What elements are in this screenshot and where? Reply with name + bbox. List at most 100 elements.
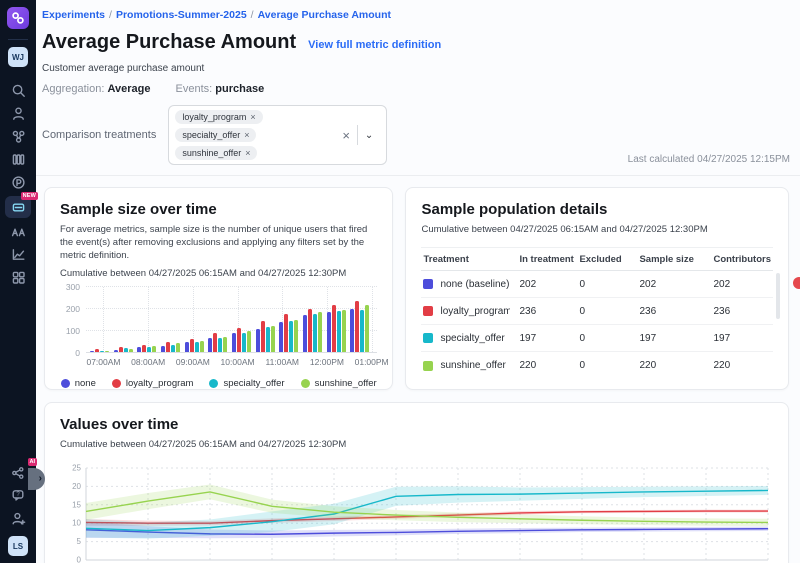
bar-specialty_offer bbox=[242, 333, 246, 353]
table-row[interactable]: specialty_offer 197 0 197 197 bbox=[421, 325, 773, 352]
sample-size-cumulative: Cumulative between 04/27/2025 06:15AM an… bbox=[60, 268, 377, 279]
bar-specialty_offer bbox=[171, 345, 175, 353]
bar-none bbox=[303, 315, 307, 353]
chip-loyalty-program[interactable]: loyalty_program× bbox=[175, 110, 262, 124]
ab-distribution-icon[interactable] bbox=[5, 220, 31, 243]
bar-y-axis: 0100200300 bbox=[60, 287, 86, 353]
chip-specialty-offer[interactable]: specialty_offer× bbox=[175, 128, 256, 142]
chevron-down-icon[interactable]: ⌄ bbox=[358, 130, 380, 141]
clear-all-icon[interactable]: × bbox=[335, 128, 357, 143]
bar-none bbox=[279, 322, 283, 352]
bar-loyalty_program bbox=[119, 347, 123, 352]
bar-cluster[interactable] bbox=[114, 287, 133, 352]
legend-none[interactable]: none bbox=[61, 378, 96, 389]
values-over-time-card: Values over time Cumulative between 04/2… bbox=[44, 402, 789, 563]
bar-x-tick: 10:00AM bbox=[221, 357, 255, 367]
chip-sunshine-offer[interactable]: sunshine_offer× bbox=[175, 146, 257, 160]
population-cumulative: Cumulative between 04/27/2025 06:15AM an… bbox=[421, 224, 773, 235]
user-avatar[interactable]: LS bbox=[8, 536, 28, 556]
search-icon[interactable] bbox=[5, 79, 31, 102]
table-row[interactable]: sunshine_offer 220 0 220 220 bbox=[421, 352, 773, 379]
bar-loyalty_program bbox=[237, 328, 241, 353]
users-icon[interactable] bbox=[5, 102, 31, 125]
bar-specialty_offer bbox=[100, 351, 104, 353]
remove-chip-icon[interactable]: × bbox=[245, 148, 250, 158]
bar-cluster[interactable] bbox=[208, 287, 227, 352]
bar-none bbox=[185, 342, 189, 353]
bar-cluster[interactable] bbox=[90, 287, 109, 352]
page-title: Average Purchase Amount bbox=[42, 31, 296, 54]
bar-cluster[interactable] bbox=[232, 287, 251, 352]
bar-none bbox=[114, 350, 118, 353]
app-logo-icon[interactable] bbox=[7, 7, 29, 29]
bar-cluster[interactable] bbox=[137, 287, 156, 352]
invite-user-icon[interactable] bbox=[5, 507, 31, 530]
pulse-icon[interactable] bbox=[5, 171, 31, 194]
bar-cluster[interactable] bbox=[161, 287, 180, 352]
legend-loyalty-program[interactable]: loyalty_program bbox=[112, 378, 194, 389]
values-line-chart[interactable]: 051015202507:00AM07:30AM08:00AM08:30AM09… bbox=[60, 460, 776, 563]
table-scrollbar[interactable] bbox=[776, 273, 780, 319]
bar-x-tick: 09:00AM bbox=[176, 357, 210, 367]
bar-cluster[interactable] bbox=[350, 287, 369, 352]
bar-cluster[interactable] bbox=[303, 287, 322, 352]
bar-x-tick: 12:00PM bbox=[310, 357, 344, 367]
bar-loyalty_program bbox=[213, 333, 217, 352]
bar-loyalty_program bbox=[332, 305, 336, 353]
bar-sunshine_offer bbox=[105, 351, 109, 353]
values-cumulative: Cumulative between 04/27/2025 06:15AM an… bbox=[60, 439, 773, 450]
bar-sunshine_offer bbox=[365, 305, 369, 353]
bar-specialty_offer bbox=[195, 342, 199, 352]
sample-size-bar-chart[interactable]: 0100200300 07:00AM08:00AM09:00AM10:00AM1… bbox=[60, 287, 377, 370]
bar-specialty_offer bbox=[147, 347, 151, 353]
comparison-treatments-label: Comparison treatments bbox=[42, 129, 156, 141]
remove-chip-icon[interactable]: × bbox=[250, 112, 255, 122]
treatments-select[interactable]: loyalty_program× specialty_offer× sunshi… bbox=[168, 105, 387, 165]
metrics-chart-icon[interactable] bbox=[5, 243, 31, 266]
chevron-right-icon: › bbox=[39, 474, 42, 484]
bar-sunshine_offer bbox=[129, 349, 133, 352]
view-metric-definition-link[interactable]: View full metric definition bbox=[308, 39, 441, 51]
page-header: Experiments/Promotions-Summer-2025/Avera… bbox=[36, 0, 800, 175]
bar-cluster[interactable] bbox=[185, 287, 204, 352]
population-card: Sample population details Cumulative bet… bbox=[405, 187, 789, 390]
bar-cluster[interactable] bbox=[279, 287, 298, 352]
metric-subtitle: Customer average purchase amount bbox=[42, 63, 788, 74]
bar-specialty_offer bbox=[266, 327, 270, 353]
sample-size-bar-groups bbox=[86, 287, 377, 352]
remove-chip-icon[interactable]: × bbox=[244, 130, 249, 140]
sidebar-divider bbox=[8, 39, 28, 40]
table-row[interactable]: none (baseline) 202 0 202 202 bbox=[421, 271, 773, 298]
ai-badge: AI bbox=[28, 458, 38, 466]
bar-specialty_offer bbox=[313, 314, 317, 353]
bar-loyalty_program bbox=[95, 349, 99, 352]
bar-plot-area[interactable] bbox=[86, 287, 377, 353]
breadcrumb-experiment-name[interactable]: Promotions-Summer-2025 bbox=[116, 9, 247, 21]
segments-icon[interactable] bbox=[5, 125, 31, 148]
bar-x-tick: 07:00AM bbox=[86, 357, 120, 367]
breadcrumb-metric-name[interactable]: Average Purchase Amount bbox=[258, 9, 391, 21]
legend-specialty-offer[interactable]: specialty_offer bbox=[209, 378, 284, 389]
aggregation-row: Aggregation: Average Events: purchase bbox=[42, 83, 788, 95]
bar-loyalty_program bbox=[190, 339, 194, 353]
breadcrumb-experiments[interactable]: Experiments bbox=[42, 9, 105, 21]
bar-loyalty_program bbox=[284, 314, 288, 352]
bar-sunshine_offer bbox=[200, 341, 204, 353]
notification-dot[interactable] bbox=[793, 277, 800, 289]
bar-sunshine_offer bbox=[294, 320, 298, 353]
insights-icon-active[interactable]: NEW bbox=[5, 196, 31, 218]
bar-x-axis: 07:00AM08:00AM09:00AM10:00AM11:00AM12:00… bbox=[86, 357, 377, 370]
bar-cluster[interactable] bbox=[327, 287, 346, 352]
bar-none bbox=[161, 346, 165, 353]
experiments-icon[interactable] bbox=[5, 148, 31, 171]
bar-specialty_offer bbox=[218, 338, 222, 352]
sample-size-title: Sample size over time bbox=[60, 201, 377, 218]
bar-cluster[interactable] bbox=[256, 287, 275, 352]
svg-text:15: 15 bbox=[72, 500, 81, 509]
apps-grid-icon[interactable] bbox=[5, 266, 31, 289]
legend-sunshine-offer[interactable]: sunshine_offer bbox=[301, 378, 377, 389]
table-row[interactable]: loyalty_program 236 0 236 236 bbox=[421, 298, 773, 325]
workspace-badge[interactable]: WJ bbox=[8, 47, 28, 67]
bar-legend: none loyalty_program specialty_offer sun… bbox=[60, 378, 377, 389]
bar-none bbox=[137, 347, 141, 352]
